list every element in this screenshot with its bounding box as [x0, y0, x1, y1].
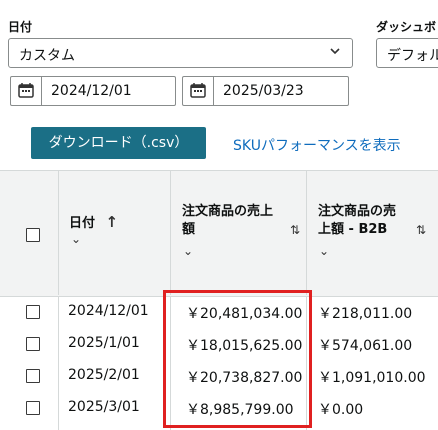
column-header-sales-b2b[interactable]: 注文商品の売 上額 - B2B — [318, 203, 396, 239]
row-sales-b2b: ￥0.00 — [318, 402, 364, 418]
row-date: 2024/12/01 — [68, 303, 149, 319]
start-date-field[interactable]: 2024/12/01 — [10, 76, 176, 106]
column-header-b2b-line1: 注文商品の売 — [318, 204, 397, 219]
column-divider — [58, 170, 59, 295]
row-checkbox[interactable] — [26, 401, 40, 415]
row-checkbox[interactable] — [26, 305, 40, 319]
end-date-value: 2025/03/23 — [223, 83, 304, 99]
row-date: 2025/1/01 — [68, 335, 140, 351]
column-divider — [306, 170, 307, 295]
date-range-select[interactable]: カスタム — [8, 38, 353, 68]
row-date: 2025/2/01 — [68, 367, 140, 383]
chevron-down-icon[interactable]: ⌄ — [319, 244, 329, 258]
download-csv-button[interactable]: ダウンロード（.csv） — [31, 127, 206, 159]
date-filter-label: 日付 — [8, 20, 33, 34]
column-header-date-label: 日付 — [69, 216, 96, 231]
row-sales-b2b: ￥574,061.00 — [318, 338, 413, 354]
row-date: 2025/3/01 — [68, 399, 140, 415]
row-sales-b2b: ￥218,011.00 — [318, 306, 413, 322]
row-sales-b2b: ￥1,091,010.00 — [318, 370, 426, 386]
dashboard-select[interactable]: デフォルト — [376, 38, 438, 68]
column-header-date[interactable]: 日付 ↑ — [69, 213, 118, 233]
dashboard-filter-label: ダッシュボ — [376, 20, 437, 34]
calendar-icon[interactable] — [183, 77, 214, 105]
column-header-sales-line2: 額 — [182, 222, 196, 237]
chevron-down-icon — [328, 44, 342, 62]
sort-ascending-icon[interactable]: ↑ — [106, 213, 119, 231]
chevron-down-icon[interactable]: ⌄ — [183, 244, 193, 258]
row-checkbox[interactable] — [26, 337, 40, 351]
sort-icon[interactable]: ⇅ — [416, 223, 426, 237]
end-date-field[interactable]: 2025/03/23 — [182, 76, 349, 106]
highlight-box — [163, 290, 312, 428]
dashboard-select-value: デフォルト — [387, 48, 438, 64]
start-date-value: 2024/12/01 — [51, 83, 132, 99]
column-header-sales-line1: 注文商品の売上 — [182, 204, 274, 219]
column-header-sales[interactable]: 注文商品の売上 額 — [182, 203, 273, 239]
column-header-b2b-line2: 上額 - B2B — [318, 222, 388, 237]
date-range-select-value: カスタム — [19, 48, 75, 64]
sort-icon[interactable]: ⇅ — [290, 223, 300, 237]
select-all-checkbox[interactable] — [26, 228, 40, 242]
column-divider — [170, 170, 171, 295]
calendar-icon[interactable] — [11, 77, 42, 105]
sku-performance-link[interactable]: SKUパフォーマンスを表示 — [233, 135, 401, 155]
row-checkbox[interactable] — [26, 369, 40, 383]
chevron-down-icon[interactable]: ⌄ — [71, 232, 81, 246]
